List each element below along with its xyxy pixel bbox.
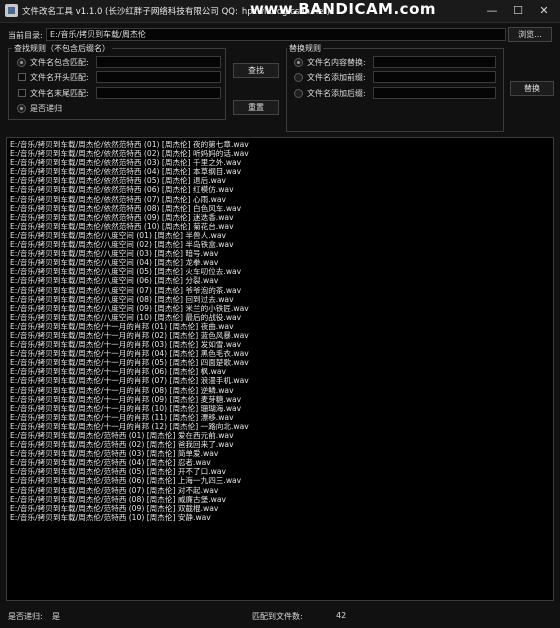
find-button[interactable]: 查找 [233,63,279,78]
find-rules-title: 查找规则（不包含后缀名） [12,43,112,54]
add-suffix-input[interactable] [373,87,496,99]
find-prefix-checkbox[interactable] [18,73,26,81]
file-list-item[interactable]: E:/音乐/拷贝到车载/周杰伦/八度空间 (10) [周杰伦] 最后的战役.wa… [10,313,553,322]
add-suffix-radio[interactable] [294,89,303,98]
file-list-item[interactable]: E:/音乐/拷贝到车载/周杰伦/十一月的肖邦 (11) [周杰伦] 漂移.wav [10,413,553,422]
file-list-item[interactable]: E:/音乐/拷贝到车载/周杰伦/十一月的肖邦 (10) [周杰伦] 珊瑚海.wa… [10,404,553,413]
file-list-item[interactable]: E:/音乐/拷贝到车载/周杰伦/依然范特西 (07) [周杰伦] 心雨.wav [10,195,553,204]
file-list-item[interactable]: E:/音乐/拷贝到车载/周杰伦/依然范特西 (04) [周杰伦] 本草纲目.wa… [10,167,553,176]
file-list-item[interactable]: E:/音乐/拷贝到车载/周杰伦/十一月的肖邦 (09) [周杰伦] 麦芽糖.wa… [10,395,553,404]
file-list-item[interactable]: E:/音乐/拷贝到车载/周杰伦/范特西 (03) [周杰伦] 简单爱.wav [10,449,553,458]
file-list[interactable]: E:/音乐/拷贝到车载/周杰伦/依然范特西 (01) [周杰伦] 夜的第七章.w… [6,137,554,601]
file-list-item[interactable]: E:/音乐/拷贝到车载/周杰伦/十一月的肖邦 (03) [周杰伦] 发如雪.wa… [10,340,553,349]
file-list-item[interactable]: E:/音乐/拷贝到车载/周杰伦/范特西 (10) [周杰伦] 安静.wav [10,513,553,522]
add-prefix-label: 文件名添加前缀: [307,73,366,82]
add-prefix-radio[interactable] [294,73,303,82]
file-list-item[interactable]: E:/音乐/拷贝到车载/周杰伦/八度空间 (06) [周杰伦] 分裂.wav [10,276,553,285]
file-list-item[interactable]: E:/音乐/拷贝到车载/周杰伦/十一月的肖邦 (02) [周杰伦] 蓝色风暴.w… [10,331,553,340]
status-recursive-value: 是 [52,612,60,621]
recursive-radio[interactable] [17,104,26,113]
file-list-item[interactable]: E:/音乐/拷贝到车载/周杰伦/范特西 (04) [周杰伦] 忍者.wav [10,458,553,467]
file-list-item[interactable]: E:/音乐/拷贝到车载/周杰伦/十一月的肖邦 (04) [周杰伦] 黑色毛衣.w… [10,349,553,358]
find-contains-radio[interactable] [17,58,26,67]
file-list-item[interactable]: E:/音乐/拷贝到车载/周杰伦/范特西 (07) [周杰伦] 对不起.wav [10,486,553,495]
status-match-count: 42 [336,611,347,620]
browse-button[interactable]: 浏览... [508,27,552,42]
app-icon [5,4,18,17]
file-list-item[interactable]: E:/音乐/拷贝到车载/周杰伦/八度空间 (02) [周杰伦] 半岛铁盒.wav [10,240,553,249]
status-recursive-label: 是否递归: [8,612,43,621]
replace-content-label: 文件名内容替换: [307,58,366,67]
close-button[interactable]: ✕ [530,0,558,22]
directory-label: 当前目录: [8,31,43,40]
replace-content-radio[interactable] [294,58,303,67]
file-list-item[interactable]: E:/音乐/拷贝到车载/周杰伦/八度空间 (08) [周杰伦] 回到过去.wav [10,295,553,304]
file-list-item[interactable]: E:/音乐/拷贝到车载/周杰伦/依然范特西 (09) [周杰伦] 迷迭香.wav [10,213,553,222]
file-list-item[interactable]: E:/音乐/拷贝到车载/周杰伦/八度空间 (01) [周杰伦] 半兽人.wav [10,231,553,240]
file-list-item[interactable]: E:/音乐/拷贝到车载/周杰伦/依然范特西 (03) [周杰伦] 千里之外.wa… [10,158,553,167]
file-list-item[interactable]: E:/音乐/拷贝到车载/周杰伦/依然范特西 (01) [周杰伦] 夜的第七章.w… [10,140,553,149]
file-list-item[interactable]: E:/音乐/拷贝到车载/周杰伦/依然范特西 (06) [周杰伦] 红模仿.wav [10,185,553,194]
find-suffix-checkbox[interactable] [18,89,26,97]
file-list-item[interactable]: E:/音乐/拷贝到车载/周杰伦/十一月的肖邦 (07) [周杰伦] 浪漫手机.w… [10,376,553,385]
file-list-item[interactable]: E:/音乐/拷贝到车载/周杰伦/依然范特西 (08) [周杰伦] 白色风车.wa… [10,204,553,213]
replace-button[interactable]: 替换 [510,81,554,96]
bandicam-watermark: www.BANDICAM.com [250,0,436,22]
replace-content-input[interactable] [373,56,496,68]
file-list-item[interactable]: E:/音乐/拷贝到车载/周杰伦/十一月的肖邦 (05) [周杰伦] 四面楚歌.w… [10,358,553,367]
recursive-label: 是否递归 [30,104,62,113]
find-prefix-input[interactable] [96,71,221,83]
maximize-button[interactable]: ☐ [504,0,532,22]
file-list-item[interactable]: E:/音乐/拷贝到车载/周杰伦/范特西 (08) [周杰伦] 威廉古堡.wav [10,495,553,504]
file-list-item[interactable]: E:/音乐/拷贝到车载/周杰伦/八度空间 (04) [周杰伦] 龙拳.wav [10,258,553,267]
file-list-item[interactable]: E:/音乐/拷贝到车载/周杰伦/依然范特西 (02) [周杰伦] 听妈妈的话.w… [10,149,553,158]
file-list-item[interactable]: E:/音乐/拷贝到车载/周杰伦/八度空间 (07) [周杰伦] 爷爷泡的茶.wa… [10,286,553,295]
file-list-item[interactable]: E:/音乐/拷贝到车载/周杰伦/十一月的肖邦 (01) [周杰伦] 夜曲.wav [10,322,553,331]
file-list-item[interactable]: E:/音乐/拷贝到车载/周杰伦/依然范特西 (10) [周杰伦] 菊花台.wav [10,222,553,231]
find-contains-label: 文件名包含匹配: [30,58,89,67]
directory-input[interactable]: E:/音乐/拷贝到车载/周杰伦 [46,28,506,41]
add-prefix-input[interactable] [373,71,496,83]
file-list-item[interactable]: E:/音乐/拷贝到车载/周杰伦/范特西 (06) [周杰伦] 上海一九四三.wa… [10,476,553,485]
watermark-text: www.BANDICAM.com [250,0,437,18]
window-title-text: 文件改名工具 v1.1.0 (长沙红胖子网络科技有限公司 QQ: [22,7,238,17]
title-bar: 文件改名工具 v1.1.0 (长沙红胖子网络科技有限公司 QQ: hpzwl.bl… [0,0,560,23]
find-suffix-label: 文件名末尾匹配: [30,89,89,98]
find-suffix-input[interactable] [96,87,221,99]
reset-button[interactable]: 重置 [233,100,279,115]
file-list-item[interactable]: E:/音乐/拷贝到车载/周杰伦/范特西 (02) [周杰伦] 爸我回来了.wav [10,440,553,449]
add-suffix-label: 文件名添加后缀: [307,89,366,98]
file-list-item[interactable]: E:/音乐/拷贝到车载/周杰伦/十一月的肖邦 (12) [周杰伦] 一路向北.w… [10,422,553,431]
file-list-item[interactable]: E:/音乐/拷贝到车载/周杰伦/十一月的肖邦 (08) [周杰伦] 逆鳞.wav [10,386,553,395]
file-list-item[interactable]: E:/音乐/拷贝到车载/周杰伦/范特西 (09) [周杰伦] 双截棍.wav [10,504,553,513]
replace-rules-title: 替换规则 [287,43,323,54]
file-list-item[interactable]: E:/音乐/拷贝到车载/周杰伦/范特西 (01) [周杰伦] 爱在西元前.wav [10,431,553,440]
find-prefix-label: 文件名开头匹配: [30,73,89,82]
file-list-item[interactable]: E:/音乐/拷贝到车载/周杰伦/八度空间 (09) [周杰伦] 米兰的小铁匠.w… [10,304,553,313]
file-list-item[interactable]: E:/音乐/拷贝到车载/周杰伦/八度空间 (03) [周杰伦] 暗号.wav [10,249,553,258]
minimize-button[interactable]: — [478,0,506,22]
status-match-label: 匹配到文件数: [252,612,303,621]
find-contains-input[interactable] [96,56,221,68]
